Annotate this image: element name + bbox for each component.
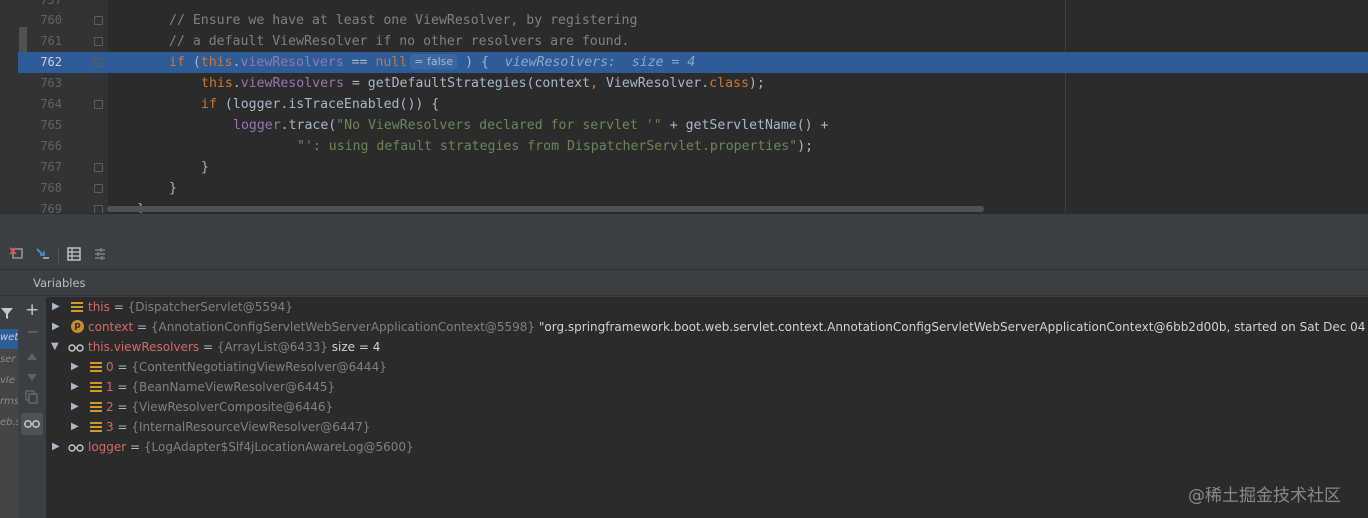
run-to-cursor-icon[interactable] <box>34 246 52 264</box>
frames-list-strip[interactable]: wet ser vle rms eb.s <box>0 329 18 518</box>
variables-tree[interactable]: ▶ this = {DispatcherServlet@5594} ▶ p co… <box>46 297 1368 518</box>
variable-row[interactable]: ▶ 2 = {ViewResolverComposite@6446} <box>46 397 1368 417</box>
expand-arrow-icon[interactable]: ▶ <box>71 357 81 377</box>
line-number: 765 <box>40 118 62 132</box>
evaluate-table-icon[interactable] <box>66 246 84 264</box>
frame-item[interactable]: ser <box>0 354 18 365</box>
variable-row[interactable]: ▶ 1 = {BeanNameViewResolver@6445} <box>46 377 1368 397</box>
field-icon <box>90 362 102 372</box>
variables-toolbar: + − <box>18 297 47 518</box>
watermark: @稀土掘金技术社区 <box>1188 486 1341 506</box>
inline-value-hint: = false <box>410 54 458 69</box>
field-icon <box>90 402 102 412</box>
line-number: 764 <box>40 97 62 111</box>
code-line[interactable]: 765 logger.trace("No ViewResolvers decla… <box>0 115 1368 136</box>
expand-arrow-icon[interactable]: ▶ <box>52 437 62 457</box>
field-icon <box>90 422 102 432</box>
code-text: // Ensure we have at least one ViewResol… <box>169 13 638 28</box>
frame-item[interactable]: vle <box>0 375 18 386</box>
variable-row[interactable]: ▶ this = {DispatcherServlet@5594} <box>46 297 1368 317</box>
pane-divider[interactable] <box>0 213 1368 243</box>
variable-row[interactable]: ▶ 3 = {InternalResourceViewResolver@6447… <box>46 417 1368 437</box>
expand-arrow-icon[interactable]: ▶ <box>71 417 81 437</box>
variable-row[interactable]: ▶ p context = {AnnotationConfigServletWe… <box>46 317 1368 337</box>
expand-arrow-icon[interactable]: ▶ <box>52 297 62 317</box>
code-text: this.viewResolvers = getDefaultStrategie… <box>201 76 765 91</box>
code-text: "': using default strategies from Dispat… <box>297 139 814 154</box>
variables-title: Variables <box>33 276 86 290</box>
layout-settings-icon[interactable] <box>92 246 110 264</box>
field-icon <box>71 302 83 312</box>
line-number: 763 <box>40 76 62 90</box>
line-number: 767 <box>40 160 62 174</box>
move-down-icon[interactable] <box>26 368 38 387</box>
code-editor[interactable]: 757 760 // Ensure we have at least one V… <box>0 0 1368 213</box>
code-line[interactable]: 763 this.viewResolvers = getDefaultStrat… <box>0 73 1368 94</box>
line-number: 766 <box>40 139 62 153</box>
code-text: logger.trace("No ViewResolvers declared … <box>233 118 829 133</box>
variable-text: 2 = {ViewResolverComposite@6446} <box>106 400 334 414</box>
move-up-icon[interactable] <box>26 346 38 365</box>
variable-text: context = {AnnotationConfigServletWebSer… <box>88 320 1368 334</box>
fold-marker-icon[interactable] <box>94 184 103 193</box>
line-number: 769 <box>40 202 62 213</box>
horizontal-scrollbar[interactable] <box>107 206 984 212</box>
drop-frame-icon[interactable] <box>8 246 26 264</box>
code-text: if (this.viewResolvers == null = false ) … <box>169 54 696 70</box>
watch-glasses-icon <box>67 440 85 460</box>
variable-text: logger = {LogAdapter$Slf4jLocationAwareL… <box>88 440 414 454</box>
code-line[interactable]: 767 } <box>0 157 1368 178</box>
line-number: 761 <box>40 34 62 48</box>
fold-marker-icon[interactable] <box>94 163 103 172</box>
frame-item[interactable]: rms <box>0 396 18 407</box>
breakpoint-fold-icon[interactable] <box>94 58 103 67</box>
variable-row[interactable]: ▶ logger = {LogAdapter$Slf4jLocationAwar… <box>46 437 1368 457</box>
field-icon <box>90 382 102 392</box>
variable-row[interactable]: ▶ 0 = {ContentNegotiatingViewResolver@64… <box>46 357 1368 377</box>
code-text: // a default ViewResolver if no other re… <box>169 34 630 49</box>
code-line[interactable]: 761 // a default ViewResolver if no othe… <box>0 31 1368 52</box>
variable-row[interactable]: ▼ this.viewResolvers = {ArrayList@6433} … <box>46 337 1368 357</box>
variable-text: this = {DispatcherServlet@5594} <box>88 300 293 314</box>
fold-marker-icon[interactable] <box>94 16 103 25</box>
expand-arrow-icon[interactable]: ▶ <box>71 397 81 417</box>
glasses-icon <box>24 420 40 428</box>
fold-marker-icon[interactable] <box>94 205 103 213</box>
variable-text: 1 = {BeanNameViewResolver@6445} <box>106 380 336 394</box>
code-line[interactable]: 760 // Ensure we have at least one ViewR… <box>0 10 1368 31</box>
inline-debug-value: viewResolvers: size = 4 <box>504 55 696 70</box>
debugger-toolbar <box>0 241 1368 270</box>
debugger-panel: Variables wet ser vle rms eb.s + − <box>0 241 1368 518</box>
frame-item[interactable]: eb.s <box>0 417 18 428</box>
code-text: if (logger.isTraceEnabled()) { <box>201 97 440 112</box>
collapse-arrow-icon[interactable]: ▼ <box>51 337 61 357</box>
variable-text: this.viewResolvers = {ArrayList@6433} si… <box>88 340 381 354</box>
parameter-icon: p <box>71 320 84 333</box>
variables-header: Variables <box>0 270 1368 296</box>
code-text: } <box>201 160 209 175</box>
variable-text: 0 = {ContentNegotiatingViewResolver@6444… <box>106 360 387 374</box>
variable-text: 3 = {InternalResourceViewResolver@6447} <box>106 420 371 434</box>
code-line[interactable]: 766 "': using default strategies from Di… <box>0 136 1368 157</box>
add-watch-icon[interactable]: + <box>25 302 39 319</box>
code-line[interactable]: 764 if (logger.isTraceEnabled()) { <box>0 94 1368 115</box>
frame-item[interactable]: wet <box>0 332 18 343</box>
expand-arrow-icon[interactable]: ▶ <box>52 317 62 337</box>
fold-marker-icon[interactable] <box>94 37 103 46</box>
show-watches-toggle[interactable] <box>21 413 43 435</box>
line-number: 768 <box>40 181 62 195</box>
filter-icon[interactable] <box>0 305 14 324</box>
line-number: 762 <box>40 55 62 69</box>
fold-marker-icon[interactable] <box>94 100 103 109</box>
code-line[interactable]: 768 } <box>0 178 1368 199</box>
remove-watch-icon[interactable]: − <box>26 324 39 340</box>
expand-arrow-icon[interactable]: ▶ <box>71 377 81 397</box>
copy-icon[interactable] <box>25 389 39 408</box>
current-execution-line[interactable]: 762 if (this.viewResolvers == null = fals… <box>18 52 1368 73</box>
code-text: } <box>169 181 177 196</box>
toolbar-separator <box>58 247 59 263</box>
line-number: 760 <box>40 13 62 27</box>
